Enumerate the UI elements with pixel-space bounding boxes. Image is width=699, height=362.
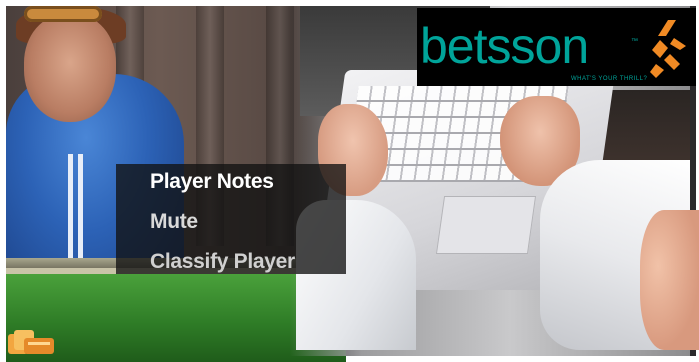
player-avatar[interactable] bbox=[24, 14, 116, 122]
poker-chips-icon bbox=[8, 330, 54, 354]
menu-item-player-notes[interactable]: Player Notes bbox=[150, 170, 274, 194]
logo-wordmark: betsson bbox=[420, 18, 589, 74]
logo-trademark: ™ bbox=[631, 38, 638, 45]
logo-tagline: WHAT'S YOUR THRILL? bbox=[571, 76, 648, 82]
goggles-icon bbox=[24, 6, 102, 22]
bolt-mark-icon bbox=[650, 20, 686, 78]
trackpad bbox=[435, 196, 537, 254]
person-face bbox=[640, 210, 699, 350]
menu-item-mute[interactable]: Mute bbox=[150, 210, 198, 234]
menu-item-classify-player[interactable]: Classify Player bbox=[150, 250, 295, 274]
